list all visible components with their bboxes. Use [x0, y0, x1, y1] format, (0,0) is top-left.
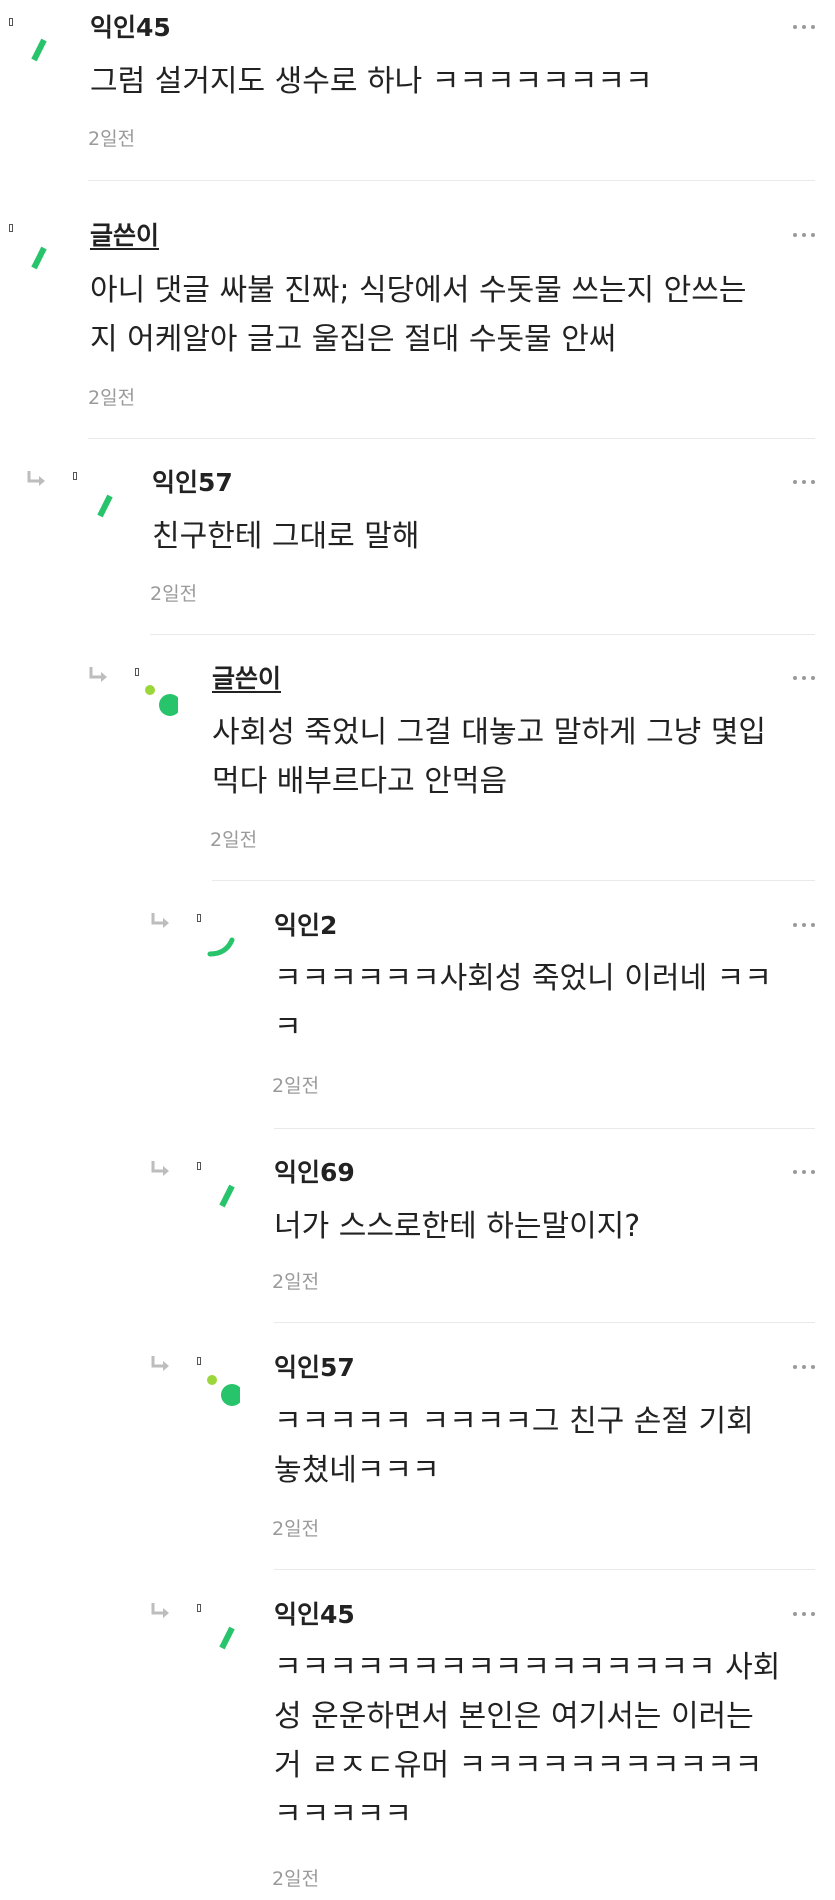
comment-body: ㅋㅋㅋㅋㅋ ㅋㅋㅋㅋ그 친구 손절 기회 놓쳤네ㅋㅋㅋ [274, 1397, 754, 1495]
level-badge-icon [9, 224, 13, 232]
more-options-icon[interactable] [793, 23, 815, 31]
divider [274, 1569, 815, 1570]
green-arc-icon[interactable] [204, 926, 240, 962]
comment-author[interactable]: 익인45 [274, 1600, 355, 1630]
comment-line: 놓쳤네ㅋㅋㅋ [274, 1453, 440, 1488]
comment-author[interactable]: 익인57 [274, 1353, 355, 1383]
reply-arrow-icon [150, 912, 172, 930]
green-dash-icon[interactable] [210, 1176, 246, 1212]
divider [88, 180, 815, 181]
comment-body: ㅋㅋㅋㅋㅋㅋㅋㅋㅋㅋㅋㅋㅋㅋㅋㅋ 사회 성 운운하면서 본인은 여기서는 이러는… [274, 1643, 780, 1839]
reply-arrow-icon [88, 666, 110, 684]
more-options-icon[interactable] [793, 1363, 815, 1371]
more-options-icon[interactable] [793, 674, 815, 682]
more-options-icon[interactable] [793, 478, 815, 486]
level-badge-icon [197, 914, 201, 922]
more-options-icon[interactable] [793, 1610, 815, 1618]
comment-line: 너가 스스로한테 하는말이지? [274, 1209, 641, 1244]
comment-line: 친구한테 그대로 말해 [152, 519, 420, 554]
comment-author[interactable]: 익인45 [90, 13, 171, 43]
level-badge-icon [135, 668, 139, 676]
comment-body: 사회성 죽었니 그걸 대놓고 말하게 그냥 몇입 먹다 배부르다고 안먹음 [212, 708, 766, 806]
green-dots-icon[interactable] [204, 1370, 240, 1406]
comment-line: 먹다 배부르다고 안먹음 [212, 764, 508, 799]
divider [212, 880, 815, 881]
comment-body: 너가 스스로한테 하는말이지? [274, 1202, 640, 1251]
reply-arrow-icon [150, 1602, 172, 1620]
reply-arrow-icon [150, 1355, 172, 1373]
comment-time: 2일전 [272, 1075, 320, 1097]
level-badge-icon [197, 1357, 201, 1365]
divider [150, 634, 815, 635]
comment-time: 2일전 [272, 1518, 320, 1540]
comment-line: 아니 댓글 싸불 진짜; 식당에서 수돗물 쓰는지 안쓰는 [90, 273, 747, 308]
comment-time: 2일전 [210, 829, 258, 851]
level-badge-icon [73, 472, 77, 480]
comment-line: 성 운운하면서 본인은 여기서는 이러는 [274, 1699, 754, 1734]
comment-body: 친구한테 그대로 말해 [152, 512, 419, 561]
comment-author[interactable]: 익인2 [274, 911, 337, 941]
comment-time: 2일전 [272, 1271, 320, 1293]
comment-author[interactable]: 글쓴이 [212, 664, 281, 694]
green-dash-icon[interactable] [22, 30, 58, 66]
comment-time: 2일전 [88, 387, 136, 409]
green-dash-icon[interactable] [22, 238, 58, 274]
divider [274, 1128, 815, 1129]
comment-author[interactable]: 익인57 [152, 468, 233, 498]
level-badge-icon [197, 1162, 201, 1170]
level-badge-icon [197, 1604, 201, 1612]
divider [274, 1322, 815, 1323]
green-dash-icon[interactable] [210, 1618, 246, 1654]
more-options-icon[interactable] [793, 921, 815, 929]
green-dots-icon[interactable] [142, 680, 178, 716]
divider [88, 438, 815, 439]
comment-author[interactable]: 글쓴이 [90, 221, 159, 251]
green-dash-icon[interactable] [88, 486, 124, 522]
comment-body: 그럼 설거지도 생수로 하나 ㅋㅋㅋㅋㅋㅋㅋㅋ [90, 57, 653, 106]
comment-line: 지 어케알아 글고 울집은 절대 수돗물 안써 [90, 322, 617, 357]
comment-line: ㅋㅋㅋㅋㅋ ㅋㅋㅋㅋ그 친구 손절 기회 [274, 1404, 754, 1439]
comment-time: 2일전 [272, 1868, 320, 1890]
comment-time: 2일전 [88, 128, 136, 150]
level-badge-icon [9, 18, 13, 26]
reply-arrow-icon [26, 470, 48, 488]
comment-body: ㅋㅋㅋㅋㅋㅋ사회성 죽었니 이러네 ㅋㅋ ㅋ [274, 954, 772, 1052]
comment-body: 아니 댓글 싸불 진짜; 식당에서 수돗물 쓰는지 안쓰는 지 어케알아 글고 … [90, 266, 746, 364]
comment-line: 사회성 죽었니 그걸 대놓고 말하게 그냥 몇입 [212, 715, 767, 750]
comment-author[interactable]: 익인69 [274, 1158, 355, 1188]
reply-arrow-icon [150, 1160, 172, 1178]
comment-line: ㅋㅋㅋㅋㅋㅋ사회성 죽었니 이러네 ㅋㅋ [274, 961, 772, 996]
comment-time: 2일전 [150, 583, 198, 605]
more-options-icon[interactable] [793, 231, 815, 239]
comment-line: ㅋㅋㅋㅋㅋㅋㅋㅋㅋㅋㅋㅋㅋㅋㅋㅋ 사회 [274, 1650, 781, 1685]
comment-line: 거 ㄹㅈㄷ유머 ㅋㅋㅋㅋㅋㅋㅋㅋㅋㅋㅋ [274, 1748, 763, 1783]
comment-line: ㅋ [274, 1010, 302, 1045]
comment-line: 그럼 설거지도 생수로 하나 ㅋㅋㅋㅋㅋㅋㅋㅋ [90, 64, 653, 99]
comment-line: ㅋㅋㅋㅋㅋ [274, 1797, 412, 1832]
more-options-icon[interactable] [793, 1168, 815, 1176]
